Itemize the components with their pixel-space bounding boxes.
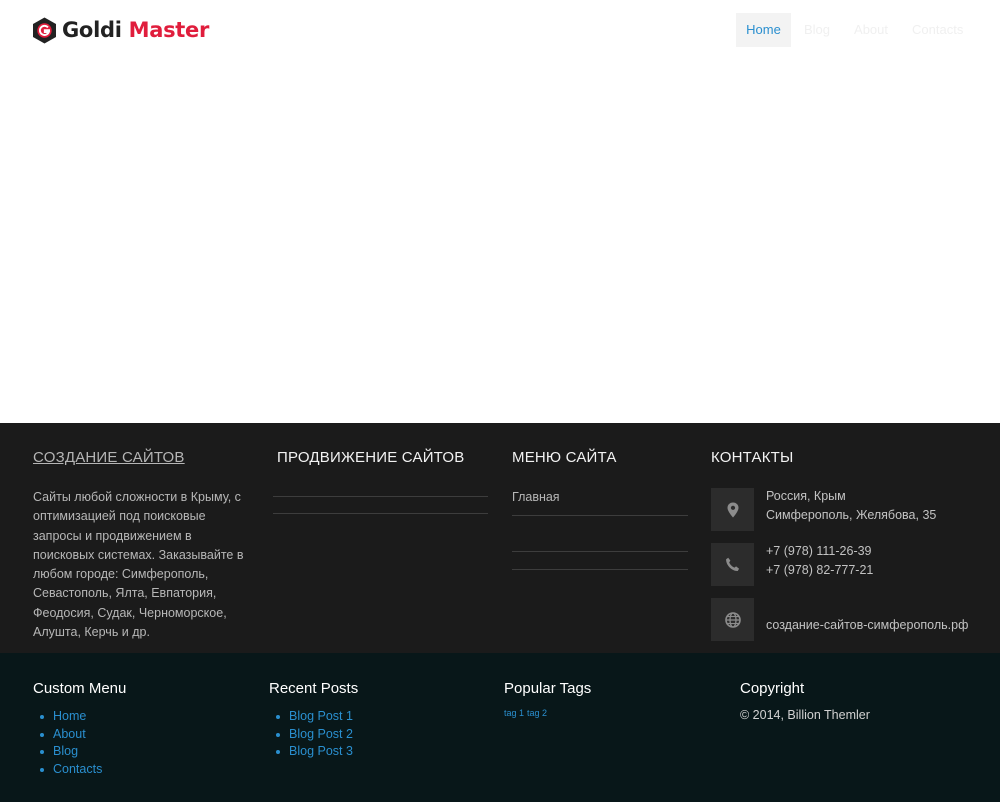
phones: +7 (978) 111-26-39 +7 (978) 82-777-21: [766, 542, 873, 581]
post-link-2[interactable]: Blog Post 2: [289, 727, 353, 741]
custom-menu-heading: Custom Menu: [33, 680, 127, 697]
footer-link-blog[interactable]: Blog: [53, 744, 78, 758]
menu-link-main[interactable]: Главная: [512, 490, 560, 504]
logo-text: Goldi Master: [62, 18, 209, 42]
list-item: Blog: [39, 743, 126, 761]
recent-posts-heading: Recent Posts: [269, 680, 359, 697]
heading-contacts: КОНТАКТЫ: [711, 449, 794, 466]
tag-cloud: tag 1 tag 2: [504, 708, 591, 718]
popular-tags-heading: Popular Tags: [504, 680, 592, 697]
recent-posts-list: Blog Post 1 Blog Post 2 Blog Post 3: [269, 708, 358, 761]
address-line-1: Россия, Крым: [766, 489, 846, 503]
list-item: Contacts: [39, 761, 126, 779]
address-icon-box: [711, 488, 754, 531]
list-item: Home: [39, 708, 126, 726]
site-header: Goldi Master Home Blog About Contacts: [0, 0, 1000, 60]
main-nav: Home Blog About Contacts: [736, 13, 975, 47]
map-pin-icon: [727, 502, 738, 517]
website-link[interactable]: создание-сайтов-симферополь.рф: [766, 616, 968, 635]
footer-bottom: Custom Menu Home About Blog Contacts Rec…: [0, 653, 1000, 802]
divider: [512, 569, 688, 570]
post-link-3[interactable]: Blog Post 3: [289, 744, 353, 758]
phone-2[interactable]: +7 (978) 82-777-21: [766, 561, 873, 580]
globe-icon: [724, 611, 741, 628]
heading-site-creation[interactable]: СОЗДАНИЕ САЙТОВ: [33, 449, 185, 466]
nav-blog[interactable]: Blog: [792, 13, 842, 47]
list-item: Blog Post 3: [275, 743, 358, 761]
copyright-widget: Copyright © 2014, Billion Themler: [740, 680, 870, 722]
copyright-text: © 2014, Billion Themler: [740, 708, 870, 722]
custom-menu-list: Home About Blog Contacts: [33, 708, 126, 778]
logo-g-icon: [33, 17, 56, 43]
website-icon-box: [711, 598, 754, 641]
phone-icon-box: [711, 543, 754, 586]
address: Россия, Крым Симферополь, Желябова, 35: [766, 487, 936, 526]
divider: [512, 551, 688, 552]
footer-widgets: СОЗДАНИЕ САЙТОВ Сайты любой сложности в …: [0, 423, 1000, 653]
heading-seo: ПРОДВИЖЕНИЕ САЙТОВ: [277, 449, 465, 466]
footer-link-home[interactable]: Home: [53, 709, 86, 723]
logo-word-goldi: Goldi: [62, 18, 122, 42]
divider: [273, 513, 488, 514]
divider: [512, 515, 688, 516]
tag-link-1[interactable]: tag 1: [504, 708, 524, 718]
phone-icon: [726, 557, 740, 572]
recent-posts-widget: Recent Posts Blog Post 1 Blog Post 2 Blo…: [269, 680, 358, 761]
footer-link-contacts[interactable]: Contacts: [53, 762, 102, 776]
divider: [273, 496, 488, 497]
list-item: Blog Post 1: [275, 708, 358, 726]
list-item: About: [39, 726, 126, 744]
address-line-2: Симферополь, Желябова, 35: [766, 508, 937, 523]
nav-about[interactable]: About: [842, 13, 900, 47]
popular-tags-widget: Popular Tags tag 1 tag 2: [504, 680, 591, 718]
heading-site-menu: МЕНЮ САЙТА: [512, 449, 617, 466]
phone-1[interactable]: +7 (978) 111-26-39: [766, 542, 873, 561]
custom-menu-widget: Custom Menu Home About Blog Contacts: [33, 680, 126, 778]
post-link-1[interactable]: Blog Post 1: [289, 709, 353, 723]
footer-link-about[interactable]: About: [53, 727, 86, 741]
logo[interactable]: Goldi Master: [32, 16, 209, 44]
tag-link-2[interactable]: tag 2: [527, 708, 547, 718]
nav-contacts[interactable]: Contacts: [900, 13, 975, 47]
site-creation-description: Сайты любой сложности в Крыму, с оптимиз…: [33, 490, 244, 640]
copyright-heading: Copyright: [740, 680, 805, 697]
logo-word-master: Master: [128, 18, 210, 42]
list-item: Blog Post 2: [275, 726, 358, 744]
nav-home[interactable]: Home: [736, 13, 791, 47]
